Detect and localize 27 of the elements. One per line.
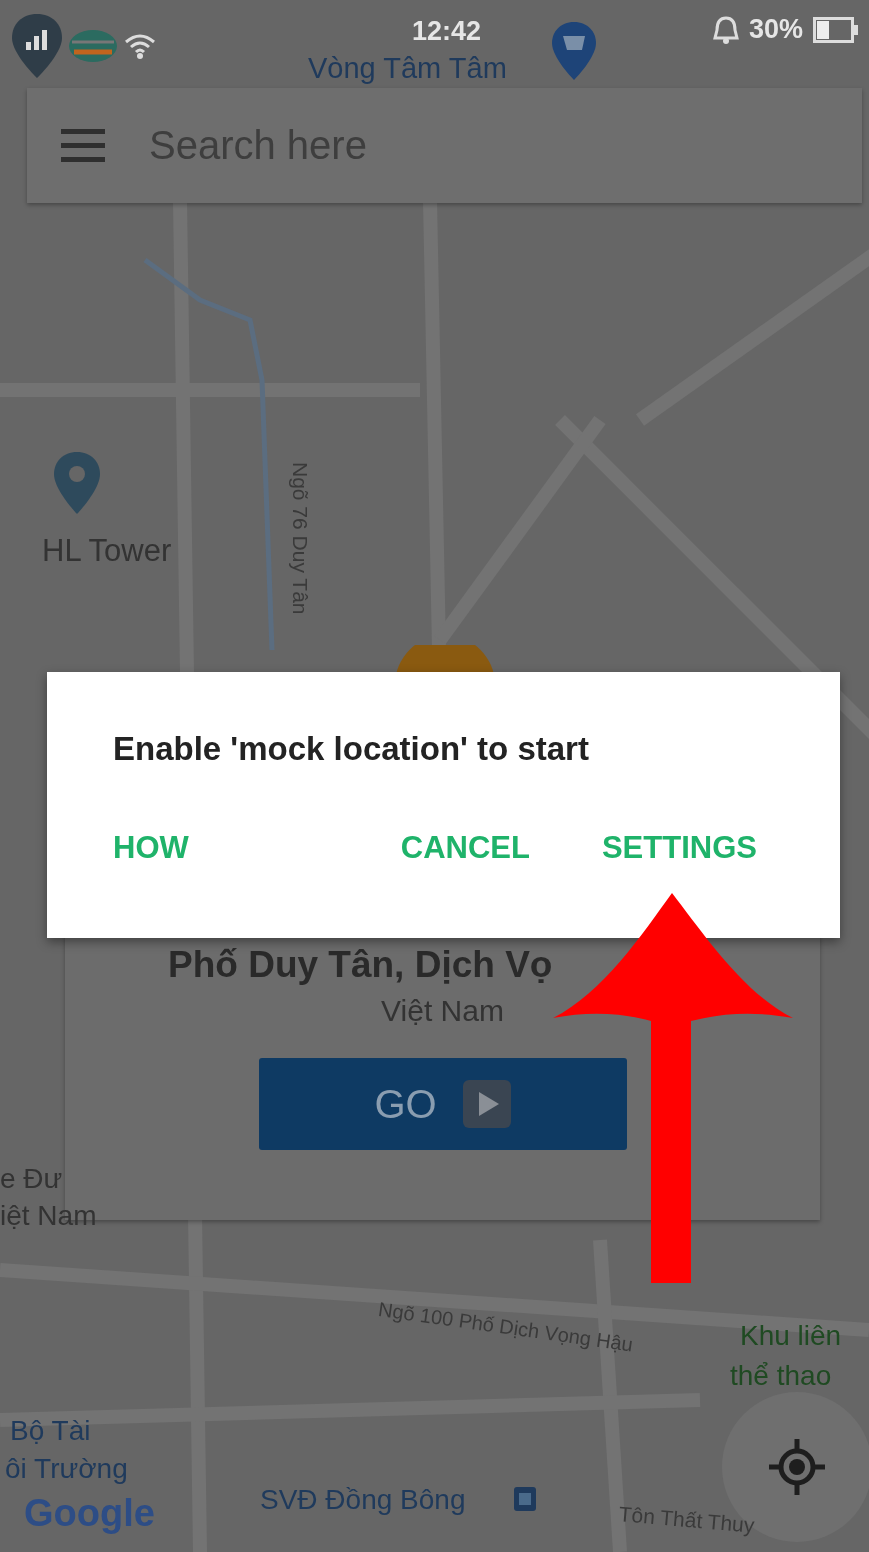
alarm-icon <box>712 15 739 44</box>
dialog-button[interactable]: SETTINGS <box>601 830 757 866</box>
map-pin-icon <box>54 452 100 514</box>
map-label: ôi Trường <box>5 1453 128 1485</box>
carrier-logo-icon <box>68 28 118 64</box>
map-label: SVĐ Đồng Bông <box>260 1484 466 1516</box>
dialog-message: Enable 'mock location' to start <box>113 730 590 768</box>
map-label: Vòng Tâm Tâm <box>308 52 507 85</box>
location-title: Phố Duy Tân, Dịch Vọ <box>168 944 553 986</box>
status-time: 12:42 <box>412 16 482 47</box>
battery-icon <box>813 16 859 43</box>
map-label: thể thao <box>730 1360 832 1392</box>
location-country: Việt Nam <box>381 994 504 1028</box>
crosshair-icon <box>769 1439 825 1495</box>
signal-icon <box>12 14 62 78</box>
wifi-icon <box>124 32 156 60</box>
map-label: Khu liên <box>740 1320 842 1352</box>
map-label: Bộ Tài <box>10 1415 91 1447</box>
battery-percent: 30% <box>748 14 803 45</box>
play-icon <box>462 1080 511 1128</box>
dialog-button[interactable]: HOW <box>113 830 189 866</box>
google-attribution: Google <box>24 1492 155 1535</box>
go-button[interactable]: GO <box>258 1058 627 1150</box>
shop-pin-icon <box>552 22 596 80</box>
dialog-button[interactable]: CANCEL <box>400 830 530 866</box>
stadium-icon <box>513 1486 537 1512</box>
menu-icon[interactable] <box>61 128 105 163</box>
